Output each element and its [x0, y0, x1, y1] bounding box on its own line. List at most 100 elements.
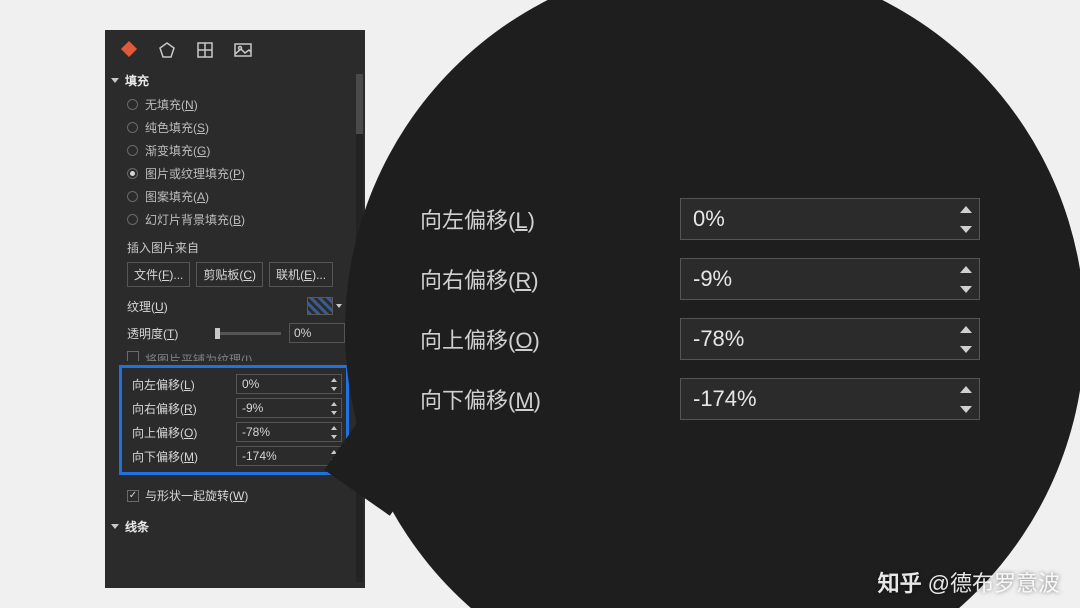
radio-solid-fill[interactable]: 纯色填充(S) — [105, 116, 355, 139]
radio-icon — [127, 99, 138, 110]
radio-slide-bg-fill[interactable]: 幻灯片背景填充(B) — [105, 208, 355, 231]
spinner-up-icon[interactable] — [327, 399, 341, 408]
radio-label: 纯色填充(S) — [145, 119, 209, 136]
zoom-offset-left-spinner[interactable]: 0% — [680, 198, 980, 240]
panel-tabs — [105, 30, 365, 68]
radio-label: 无填充(N) — [145, 96, 198, 113]
collapse-icon — [111, 78, 119, 83]
zoom-offset-left-label: 向左偏移(L) — [420, 203, 680, 235]
texture-row: 纹理(U) — [105, 293, 355, 319]
zoom-offset-up-label: 向上偏移(O) — [420, 323, 680, 355]
transparency-row: 透明度(T) 0% — [105, 319, 355, 347]
transparency-label: 透明度(T) — [127, 325, 207, 342]
zoom-offset-right-label: 向右偏移(R) — [420, 263, 680, 295]
offset-right-row: 向右偏移(R) -9% — [126, 396, 342, 420]
checkbox-icon — [127, 351, 139, 361]
radio-label: 渐变填充(G) — [145, 142, 210, 159]
spinner-down-icon[interactable] — [327, 384, 341, 393]
radio-icon — [127, 214, 138, 225]
zoom-offset-up-value[interactable]: -78% — [681, 326, 953, 352]
radio-label: 图案填充(A) — [145, 188, 209, 205]
zoom-offset-down-value[interactable]: -174% — [681, 386, 953, 412]
texture-label: 纹理(U) — [127, 298, 207, 315]
size-tab-icon[interactable] — [195, 40, 215, 60]
spinner-up-icon[interactable] — [953, 379, 979, 399]
fill-tab-icon[interactable] — [119, 40, 139, 60]
texture-picker[interactable] — [307, 297, 333, 315]
offset-right-spinner[interactable]: -9% — [236, 398, 342, 418]
spinner-up-icon[interactable] — [953, 199, 979, 219]
spinner-up-icon[interactable] — [327, 375, 341, 384]
radio-icon — [127, 168, 138, 179]
picture-tab-icon[interactable] — [233, 40, 253, 60]
section-line-label: 线条 — [125, 518, 149, 535]
offset-up-spinner[interactable]: -78% — [236, 422, 342, 442]
spinner-down-icon[interactable] — [953, 279, 979, 299]
offset-right-value[interactable]: -9% — [237, 401, 327, 415]
insert-from-label: 插入图片来自 — [105, 231, 355, 260]
offset-up-label: 向上偏移(O) — [126, 424, 236, 441]
format-shape-panel: 填充 无填充(N) 纯色填充(S) 渐变填充(G) 图片或纹理填充(P) 图案填… — [105, 30, 365, 588]
section-fill-label: 填充 — [125, 72, 149, 89]
section-line-header[interactable]: 线条 — [105, 514, 355, 539]
zoom-offset-down-row: 向下偏移(M) -174% — [420, 378, 980, 420]
radio-icon — [127, 191, 138, 202]
section-fill-header[interactable]: 填充 — [105, 68, 355, 93]
insert-from-buttons: 文件(F)... 剪贴板(C) 联机(E)... — [105, 260, 355, 293]
clipboard-button[interactable]: 剪贴板(C) — [196, 262, 263, 287]
zoom-offset-up-row: 向上偏移(O) -78% — [420, 318, 980, 360]
radio-icon — [127, 122, 138, 133]
watermark-author: @德布罗意波 — [928, 566, 1060, 598]
watermark-site: 知乎 — [878, 566, 922, 598]
zoom-offset-right-spinner[interactable]: -9% — [680, 258, 980, 300]
tile-label: 将图片平铺为纹理(I) — [145, 351, 252, 361]
spinner-up-icon[interactable] — [953, 319, 979, 339]
offset-left-label: 向左偏移(L) — [126, 376, 236, 393]
offset-down-spinner[interactable]: -174% — [236, 446, 342, 466]
offset-down-value[interactable]: -174% — [237, 449, 327, 463]
rotate-checkbox-row[interactable]: 与形状一起旋转(W) — [105, 483, 355, 508]
zoom-offset-left-value[interactable]: 0% — [681, 206, 953, 232]
effects-tab-icon[interactable] — [157, 40, 177, 60]
offset-right-label: 向右偏移(R) — [126, 400, 236, 417]
offset-up-value[interactable]: -78% — [237, 425, 327, 439]
transparency-slider[interactable] — [215, 332, 281, 335]
offset-left-row: 向左偏移(L) 0% — [126, 372, 342, 396]
offset-down-row: 向下偏移(M) -174% — [126, 444, 342, 468]
spinner-down-icon[interactable] — [953, 219, 979, 239]
online-button[interactable]: 联机(E)... — [269, 262, 333, 287]
offset-down-label: 向下偏移(M) — [126, 448, 236, 465]
spinner-down-icon[interactable] — [953, 399, 979, 419]
rotate-label: 与形状一起旋转(W) — [145, 487, 248, 504]
spinner-down-icon[interactable] — [327, 408, 341, 417]
checkbox-icon — [127, 490, 139, 502]
zoom-detail: 向左偏移(L) 0% 向右偏移(R) -9% 向上偏移(O) -78% 向下偏移… — [420, 180, 980, 438]
watermark: 知乎 @德布罗意波 — [878, 566, 1060, 598]
scrollbar-thumb[interactable] — [356, 74, 363, 134]
radio-picture-fill[interactable]: 图片或纹理填充(P) — [105, 162, 355, 185]
radio-pattern-fill[interactable]: 图案填充(A) — [105, 185, 355, 208]
spinner-down-icon[interactable] — [953, 339, 979, 359]
radio-no-fill[interactable]: 无填充(N) — [105, 93, 355, 116]
spinner-up-icon[interactable] — [327, 423, 341, 432]
offset-up-row: 向上偏移(O) -78% — [126, 420, 342, 444]
zoom-offset-right-value[interactable]: -9% — [681, 266, 953, 292]
zoom-offset-up-spinner[interactable]: -78% — [680, 318, 980, 360]
radio-icon — [127, 145, 138, 156]
zoom-offset-right-row: 向右偏移(R) -9% — [420, 258, 980, 300]
zoom-offset-down-spinner[interactable]: -174% — [680, 378, 980, 420]
radio-label: 幻灯片背景填充(B) — [145, 211, 245, 228]
file-button[interactable]: 文件(F)... — [127, 262, 190, 287]
transparency-value[interactable]: 0% — [289, 323, 345, 343]
panel-scroll: 填充 无填充(N) 纯色填充(S) 渐变填充(G) 图片或纹理填充(P) 图案填… — [105, 68, 365, 588]
spinner-down-icon[interactable] — [327, 432, 341, 441]
tile-checkbox-row[interactable]: 将图片平铺为纹理(I) — [105, 347, 355, 361]
spinner-up-icon[interactable] — [953, 259, 979, 279]
radio-gradient-fill[interactable]: 渐变填充(G) — [105, 139, 355, 162]
offset-left-value[interactable]: 0% — [237, 377, 327, 391]
slider-thumb[interactable] — [215, 328, 220, 339]
radio-label: 图片或纹理填充(P) — [145, 165, 245, 182]
offset-highlight-block: 向左偏移(L) 0% 向右偏移(R) -9% 向上偏移(O) -78% — [119, 365, 349, 475]
collapse-icon — [111, 524, 119, 529]
offset-left-spinner[interactable]: 0% — [236, 374, 342, 394]
